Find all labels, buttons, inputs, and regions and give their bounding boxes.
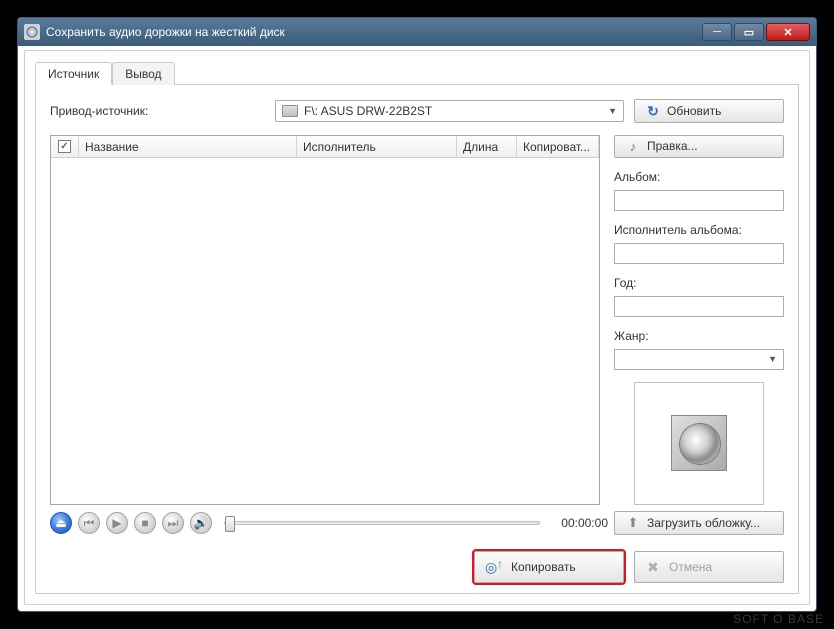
cancel-button-label: Отмена	[669, 560, 712, 574]
column-artist[interactable]: Исполнитель	[297, 136, 457, 157]
album-artist-label: Исполнитель альбома:	[614, 223, 784, 237]
album-label: Альбом:	[614, 170, 784, 184]
maximize-button[interactable]: ▭	[734, 23, 764, 41]
album-field[interactable]	[614, 190, 784, 211]
prev-button[interactable]: ⏮	[78, 512, 100, 534]
tab-source-body: Привод-источник: F\: ASUS DRW-22B2ST ▼ О…	[35, 85, 799, 594]
refresh-button[interactable]: Обновить	[634, 99, 784, 123]
genre-combo[interactable]: ▼	[614, 349, 784, 370]
track-list[interactable]: Название Исполнитель Длина Копироват...	[50, 135, 600, 505]
stop-button[interactable]: ■	[134, 512, 156, 534]
cd-icon	[671, 415, 727, 471]
chevron-down-icon: ▼	[768, 354, 777, 364]
tab-output[interactable]: Вывод	[112, 62, 174, 85]
tab-source-label: Источник	[48, 67, 99, 81]
dialog-buttons: Копировать Отмена	[474, 551, 784, 583]
tab-strip: Источник Вывод	[35, 61, 799, 85]
seek-slider[interactable]	[224, 521, 540, 525]
copy-button-label: Копировать	[511, 560, 576, 574]
app-icon	[24, 24, 40, 40]
load-cover-label: Загрузить обложку...	[647, 516, 760, 530]
select-all-checkbox[interactable]	[58, 140, 71, 153]
column-name[interactable]: Название	[79, 136, 297, 157]
source-drive-value: F\: ASUS DRW-22B2ST	[304, 104, 608, 118]
year-label: Год:	[614, 276, 784, 290]
album-artist-field[interactable]	[614, 243, 784, 264]
cover-art-box	[634, 382, 764, 505]
eject-button[interactable]: ⏏	[50, 512, 72, 534]
column-length[interactable]: Длина	[457, 136, 517, 157]
metadata-panel: Правка... Альбом: Исполнитель альбома: Г…	[614, 135, 784, 505]
source-drive-label: Привод-источник:	[50, 104, 265, 118]
cancel-icon	[645, 559, 661, 575]
play-button[interactable]: ▶	[106, 512, 128, 534]
window-title: Сохранить аудио дорожки на жесткий диск	[46, 25, 702, 39]
tab-output-label: Вывод	[125, 67, 161, 81]
edit-icon	[625, 138, 641, 154]
next-button[interactable]: ⏭	[162, 512, 184, 534]
refresh-icon	[645, 103, 661, 119]
source-drive-combo[interactable]: F\: ASUS DRW-22B2ST ▼	[275, 100, 624, 122]
app-window: Сохранить аудио дорожки на жесткий диск …	[17, 17, 817, 612]
client-area: Источник Вывод Привод-источник: F\: ASUS…	[24, 50, 810, 605]
upload-icon	[625, 515, 641, 531]
track-list-header: Название Исполнитель Длина Копироват...	[51, 136, 599, 158]
copy-icon	[485, 558, 503, 576]
watermark: SOFT O BASE	[733, 612, 824, 626]
edit-button-label: Правка...	[647, 139, 698, 153]
tab-source[interactable]: Источник	[35, 62, 112, 85]
chevron-down-icon: ▼	[608, 106, 617, 116]
playback-bar: ⏏ ⏮ ▶ ■ ⏭ 🔊 00:00:00 Загрузить обложку..…	[50, 511, 784, 535]
genre-label: Жанр:	[614, 329, 784, 343]
cancel-button[interactable]: Отмена	[634, 551, 784, 583]
refresh-button-label: Обновить	[667, 104, 721, 118]
drive-icon	[282, 105, 298, 117]
minimize-button[interactable]: ─	[702, 23, 732, 41]
edit-button[interactable]: Правка...	[614, 135, 784, 158]
close-button[interactable]: ✕	[766, 23, 810, 41]
track-list-body	[51, 158, 599, 504]
seek-thumb[interactable]	[225, 516, 235, 532]
playback-time: 00:00:00	[552, 516, 608, 530]
column-copy[interactable]: Копироват...	[517, 136, 599, 157]
copy-button[interactable]: Копировать	[474, 551, 624, 583]
year-field[interactable]	[614, 296, 784, 317]
volume-button[interactable]: 🔊	[190, 512, 212, 534]
column-check[interactable]	[51, 136, 79, 157]
titlebar[interactable]: Сохранить аудио дорожки на жесткий диск …	[18, 18, 816, 46]
load-cover-button[interactable]: Загрузить обложку...	[614, 511, 784, 535]
